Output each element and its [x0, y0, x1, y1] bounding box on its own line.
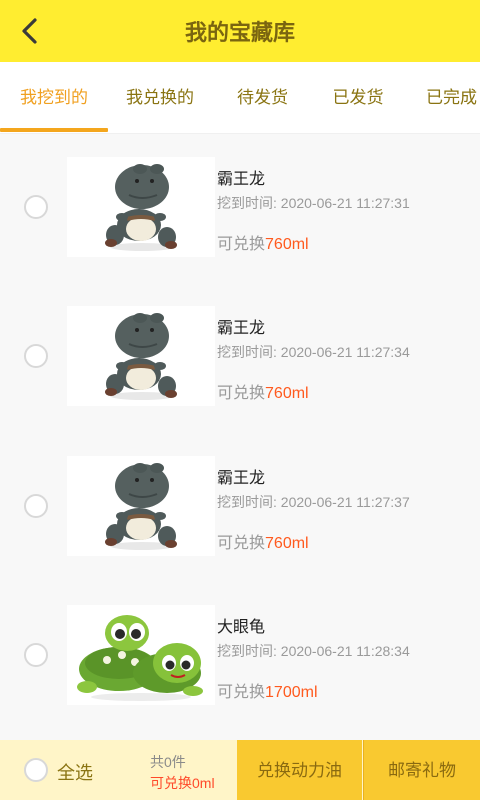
- item-name: 霸王龙: [217, 171, 266, 188]
- product-image: [67, 306, 215, 406]
- tab-completed[interactable]: 已完成: [409, 62, 480, 133]
- exchange-label: 可兑换: [217, 385, 266, 402]
- trex-plush-icon: [105, 313, 177, 400]
- trex-plush-icon: [105, 463, 177, 550]
- tab-active-indicator: [0, 128, 108, 132]
- mail-gift-button[interactable]: 邮寄礼物: [363, 740, 480, 800]
- bottom-action-bar: 全选 共0件 可兑换0ml 兑换动力油 邮寄礼物: [0, 740, 480, 800]
- item-checkbox[interactable]: [24, 643, 48, 667]
- selected-total: 可兑换0ml: [150, 775, 215, 791]
- item-checkbox[interactable]: [24, 494, 48, 518]
- select-all-checkbox[interactable]: [24, 758, 48, 782]
- exchange-amount: 1700ml: [265, 684, 318, 701]
- tab-dug[interactable]: 我挖到的: [0, 62, 108, 133]
- tab-shipped[interactable]: 已发货: [312, 62, 404, 133]
- exchange-fuel-button[interactable]: 兑换动力油: [237, 740, 362, 800]
- select-all-label[interactable]: 全选: [57, 759, 93, 785]
- product-image: [67, 605, 215, 705]
- exchange-label: 可兑换: [217, 236, 266, 253]
- item-time: 挖到时间: 2020-06-21 11:27:34: [217, 344, 410, 360]
- item-exchange: 可兑换760ml: [217, 529, 309, 553]
- product-image: [67, 456, 215, 556]
- exchange-amount: 760ml: [265, 236, 309, 253]
- treasure-list: 霸王龙 挖到时间: 2020-06-21 11:27:31 可兑换760ml 霸…: [0, 134, 480, 740]
- item-name: 霸王龙: [217, 320, 266, 337]
- exchange-amount: 760ml: [265, 535, 309, 552]
- page-title: 我的宝藏库: [184, 20, 295, 45]
- item-checkbox[interactable]: [24, 344, 48, 368]
- exchange-amount: 760ml: [265, 385, 309, 402]
- list-item[interactable]: 霸王龙 挖到时间: 2020-06-21 11:27:31 可兑换760ml: [0, 157, 480, 257]
- item-name: 大眼龟: [217, 619, 266, 636]
- list-item[interactable]: 霸王龙 挖到时间: 2020-06-21 11:27:34 可兑换760ml: [0, 306, 480, 406]
- list-item[interactable]: 大眼龟 挖到时间: 2020-06-21 11:28:34 可兑换1700ml: [0, 605, 480, 705]
- selected-count: 共0件: [150, 754, 186, 770]
- tab-bar: 我挖到的 我兑换的 待发货 已发货 已完成: [0, 62, 480, 134]
- item-exchange: 可兑换1700ml: [217, 678, 318, 702]
- exchange-label: 可兑换: [217, 684, 266, 701]
- product-image: [67, 157, 215, 257]
- list-item[interactable]: 霸王龙 挖到时间: 2020-06-21 11:27:37 可兑换760ml: [0, 456, 480, 556]
- item-checkbox[interactable]: [24, 195, 48, 219]
- tab-pending-shipment[interactable]: 待发货: [215, 62, 310, 133]
- item-exchange: 可兑换760ml: [217, 230, 309, 254]
- exchange-label: 可兑换: [217, 535, 266, 552]
- turtle-plush-icon: [77, 615, 203, 701]
- header-bar: 我的宝藏库: [0, 0, 480, 62]
- trex-plush-icon: [105, 164, 177, 251]
- item-name: 霸王龙: [217, 470, 266, 487]
- item-time: 挖到时间: 2020-06-21 11:28:34: [217, 643, 410, 659]
- item-time: 挖到时间: 2020-06-21 11:27:31: [217, 195, 410, 211]
- item-exchange: 可兑换760ml: [217, 379, 309, 403]
- tab-exchanged[interactable]: 我兑换的: [110, 62, 210, 133]
- item-time: 挖到时间: 2020-06-21 11:27:37: [217, 494, 410, 510]
